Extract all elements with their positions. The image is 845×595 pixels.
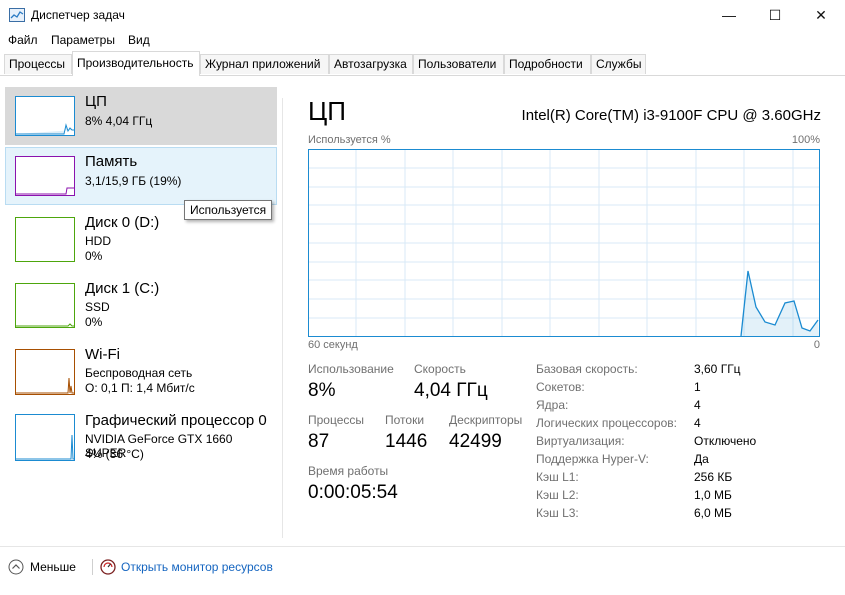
- tab-startup[interactable]: Автозагрузка: [329, 54, 413, 74]
- disk1-thumbnail-graph: [15, 283, 75, 328]
- spec-sockets-label: Сокетов:: [536, 380, 585, 394]
- disk0-usage: 0%: [85, 249, 103, 263]
- spec-hyperv-label: Поддержка Hyper-V:: [536, 452, 649, 466]
- sidebar-item-cpu[interactable]: ЦП 8% 4,04 ГГц: [5, 87, 277, 145]
- tab-performance[interactable]: Производительность: [72, 51, 200, 76]
- wifi-name: Wi-Fi: [85, 346, 120, 363]
- gpu-thumbnail-graph: [15, 414, 75, 461]
- spec-virtualization-value: Отключено: [694, 434, 757, 448]
- maximize-button[interactable]: ☐: [752, 0, 798, 30]
- graph-label-time: 60 секунд: [308, 339, 358, 351]
- page-title: ЦП: [308, 96, 346, 126]
- graph-label-usage: Используется %: [308, 134, 391, 146]
- bottom-separator: [92, 559, 93, 575]
- sidebar-item-disk1[interactable]: Диск 1 (C:) SSD 0%: [5, 277, 277, 335]
- processes-value: 87: [308, 431, 330, 452]
- threads-label: Потоки: [385, 413, 425, 427]
- spec-hyperv-value: Да: [694, 452, 709, 466]
- spec-l3-label: Кэш L3:: [536, 506, 579, 520]
- disk0-name: Диск 0 (D:): [85, 214, 160, 231]
- resource-sidebar: ЦП 8% 4,04 ГГц Память 3,1/15,9 ГБ (19%) …: [0, 76, 282, 546]
- spec-cores-value: 4: [694, 398, 701, 412]
- bottom-bar: Меньше Открыть монитор ресурсов: [0, 546, 845, 595]
- disk0-type: HDD: [85, 234, 111, 248]
- cpu-detail-panel: ЦП Intel(R) Core(TM) i3-9100F CPU @ 3.60…: [283, 76, 845, 546]
- handles-label: Дескрипторы: [449, 413, 523, 427]
- spec-cores-label: Ядра:: [536, 398, 569, 412]
- disk1-usage: 0%: [85, 315, 103, 329]
- sidebar-item-memory[interactable]: Память 3,1/15,9 ГБ (19%): [5, 147, 277, 205]
- spec-l2-label: Кэш L2:: [536, 488, 579, 502]
- usage-value: 8%: [308, 380, 336, 401]
- sidebar-item-wifi[interactable]: Wi-Fi Беспроводная сеть О: 0,1 П: 1,4 Мб…: [5, 342, 277, 400]
- cpu-usage-area: [741, 271, 819, 336]
- spec-base-speed-label: Базовая скорость:: [536, 362, 638, 376]
- menu-view[interactable]: Вид: [128, 33, 150, 47]
- tab-app-history[interactable]: Журнал приложений: [200, 54, 329, 74]
- gpu-name: Графический процессор 0: [85, 412, 267, 429]
- disk0-thumbnail-graph: [15, 217, 75, 262]
- cpu-summary: 8% 4,04 ГГц: [85, 114, 153, 128]
- speed-value: 4,04 ГГц: [414, 380, 488, 401]
- usage-label: Использование: [308, 362, 394, 376]
- cpu-thumbnail-graph: [15, 96, 75, 136]
- chevron-up-icon: [8, 559, 24, 575]
- spec-l1-label: Кэш L1:: [536, 470, 579, 484]
- title-bar: Диспетчер задач — ☐ ✕: [0, 0, 845, 30]
- memory-summary: 3,1/15,9 ГБ (19%): [85, 174, 182, 188]
- spec-logical-value: 4: [694, 416, 701, 430]
- resource-monitor-icon: [100, 559, 116, 575]
- processes-label: Процессы: [308, 413, 365, 427]
- menu-options[interactable]: Параметры: [51, 33, 115, 47]
- cpu-model-name: Intel(R) Core(TM) i3-9100F CPU @ 3.60GHz: [521, 107, 821, 124]
- cpu-usage-graph: [308, 149, 820, 337]
- cpu-name: ЦП: [85, 93, 107, 110]
- task-manager-icon: [9, 8, 25, 22]
- threads-value: 1446: [385, 431, 428, 452]
- wifi-throughput: О: 0,1 П: 1,4 Мбит/с: [85, 381, 195, 395]
- graph-label-zero: 0: [813, 339, 820, 351]
- handles-value: 42499: [449, 431, 502, 452]
- tab-strip: Процессы Производительность Журнал прило…: [0, 51, 845, 76]
- disk1-type: SSD: [85, 300, 110, 314]
- fewer-details-label: Меньше: [30, 560, 76, 574]
- open-resource-monitor-label: Открыть монитор ресурсов: [121, 560, 273, 574]
- uptime-value: 0:00:05:54: [308, 482, 398, 503]
- spec-sockets-value: 1: [694, 380, 701, 394]
- spec-logical-label: Логических процессоров:: [536, 416, 677, 430]
- gpu-usage: 4% (36 °C): [85, 447, 144, 461]
- speed-label: Скорость: [414, 362, 466, 376]
- tab-users[interactable]: Пользователи: [413, 54, 504, 74]
- wifi-type: Беспроводная сеть: [85, 366, 193, 380]
- memory-thumbnail-graph: [15, 156, 75, 196]
- open-resource-monitor-link[interactable]: Открыть монитор ресурсов: [100, 559, 273, 575]
- uptime-label: Время работы: [308, 464, 389, 478]
- menu-file[interactable]: Файл: [8, 33, 38, 47]
- window-title: Диспетчер задач: [31, 8, 125, 22]
- tab-services[interactable]: Службы: [591, 54, 646, 74]
- sidebar-item-gpu[interactable]: Графический процессор 0 NVIDIA GeForce G…: [5, 409, 277, 467]
- tab-processes[interactable]: Процессы: [4, 54, 72, 74]
- tab-details[interactable]: Подробности: [504, 54, 591, 74]
- fewer-details-button[interactable]: Меньше: [8, 559, 76, 575]
- spec-virtualization-label: Виртуализация:: [536, 434, 625, 448]
- disk1-name: Диск 1 (C:): [85, 280, 160, 297]
- spec-base-speed-value: 3,60 ГГц: [694, 362, 741, 376]
- minimize-button[interactable]: —: [706, 0, 752, 30]
- spec-l3-value: 6,0 МБ: [694, 506, 732, 520]
- spec-l1-value: 256 КБ: [694, 470, 733, 484]
- tooltip: Используется: [184, 200, 273, 220]
- graph-label-max: 100%: [791, 134, 820, 146]
- wifi-thumbnail-graph: [15, 349, 75, 395]
- close-button[interactable]: ✕: [798, 0, 844, 30]
- menu-bar: Файл Параметры Вид: [0, 30, 845, 50]
- graph-grid: [308, 149, 820, 337]
- spec-l2-value: 1,0 МБ: [694, 488, 732, 502]
- memory-name: Память: [85, 153, 138, 170]
